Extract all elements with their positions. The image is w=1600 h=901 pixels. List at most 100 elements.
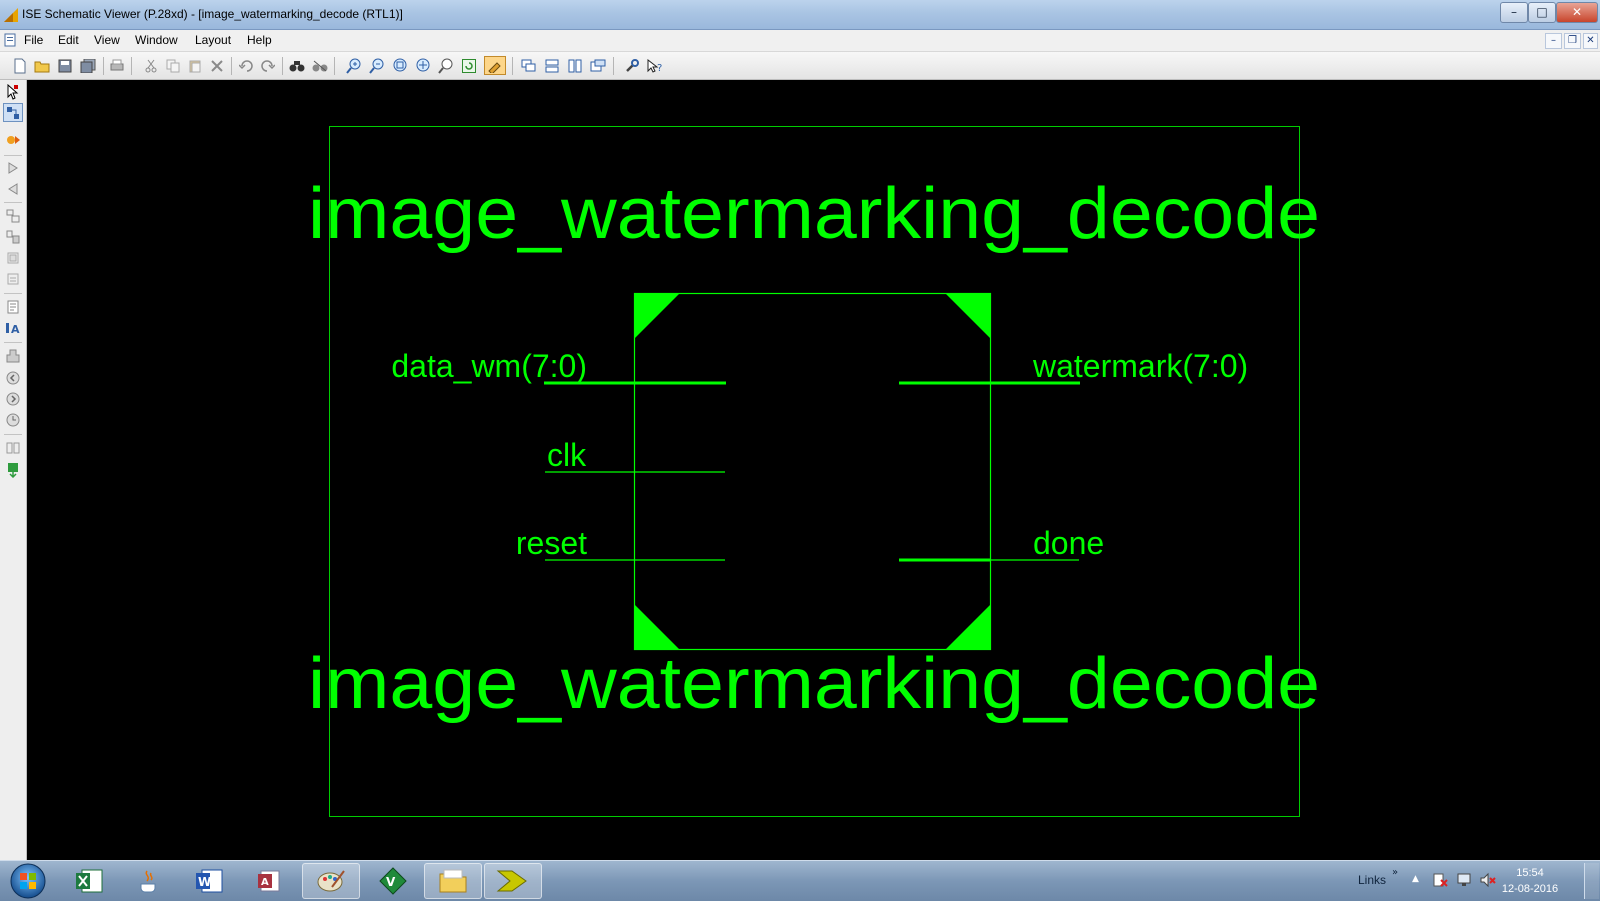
zoom-select-icon[interactable] (436, 56, 456, 75)
mdi-restore-button[interactable]: ❐ (1564, 33, 1581, 49)
document-icon[interactable] (3, 33, 17, 47)
zoom-fit-icon[interactable] (413, 56, 433, 75)
mdi-minimize-button[interactable]: – (1545, 33, 1562, 49)
select-pointer-icon[interactable] (3, 82, 23, 101)
show-desktop-button[interactable] (1584, 863, 1599, 899)
find-replace-icon[interactable] (310, 56, 330, 75)
text-annotation-icon[interactable]: A (3, 318, 23, 337)
paint-icon[interactable] (302, 863, 360, 899)
copy-icon[interactable] (163, 56, 183, 75)
help-icon[interactable]: ? (645, 56, 665, 75)
menu-help[interactable]: Help (247, 33, 272, 47)
nav-forward-icon[interactable] (3, 389, 23, 408)
show-hidden-icons-icon[interactable]: ▲ (1412, 874, 1419, 884)
print-preview-icon[interactable] (3, 346, 23, 365)
properties-icon[interactable] (3, 297, 23, 316)
clock-date[interactable]: 12-08-2016 (1500, 883, 1560, 895)
svg-text:A: A (11, 323, 20, 335)
menu-layout[interactable]: Layout (195, 33, 231, 47)
block-corner-top-right (945, 293, 991, 339)
access-icon[interactable]: A (240, 863, 298, 899)
find-icon[interactable] (287, 56, 307, 75)
excel-icon[interactable] (60, 863, 118, 899)
push-into-icon[interactable] (3, 248, 23, 267)
select-net-icon[interactable] (3, 103, 23, 122)
word-icon[interactable]: W (180, 863, 238, 899)
schematic-pages-icon[interactable] (3, 438, 23, 457)
zoom-full-icon[interactable] (390, 56, 410, 75)
network-icon[interactable] (1456, 872, 1472, 888)
volume-muted-icon[interactable] (1480, 872, 1496, 888)
palette-separator (4, 202, 22, 203)
delete-icon[interactable] (207, 56, 227, 75)
history-icon[interactable] (3, 410, 23, 429)
paste-icon[interactable] (185, 56, 205, 75)
refresh-icon[interactable] (459, 56, 479, 75)
port-label-reset: reset (516, 525, 587, 561)
save-all-icon[interactable] (78, 56, 98, 75)
toolbar-separator (282, 57, 283, 75)
schematic-drawing: image_watermarking_decode image_watermar… (308, 126, 1320, 817)
save-icon[interactable] (55, 56, 75, 75)
undo-icon[interactable] (236, 56, 256, 75)
instance-name-bottom: image_watermarking_decode (308, 644, 1320, 724)
menu-view[interactable]: View (94, 33, 120, 47)
java-icon[interactable] (120, 863, 178, 899)
left-tool-palette: A (0, 80, 27, 860)
tile-vertical-icon[interactable] (565, 56, 585, 75)
explorer-icon[interactable] (424, 863, 482, 899)
schematic-canvas[interactable]: image_watermarking_decode image_watermar… (27, 80, 1600, 860)
new-file-icon[interactable] (10, 56, 30, 75)
cascade-icon[interactable] (519, 56, 539, 75)
action-center-icon[interactable] (1432, 872, 1448, 888)
open-folder-icon[interactable] (32, 56, 52, 75)
hierarchy-down-icon[interactable] (3, 227, 23, 246)
clock-time[interactable]: 15:54 (1500, 867, 1560, 879)
hierarchy-up-icon[interactable] (3, 206, 23, 225)
menu-bar: File Edit View Window Layout Help – ❐ ✕ (0, 30, 1600, 52)
toolbar-separator (131, 57, 132, 75)
redo-icon[interactable] (258, 56, 278, 75)
block-corner-bottom-right (945, 604, 991, 650)
block-corner-bottom-left (634, 604, 680, 650)
links-toolbar-label[interactable]: Links (1358, 873, 1386, 887)
pop-up-icon[interactable] (3, 269, 23, 288)
backward-expand-icon[interactable] (3, 179, 23, 198)
nav-back-icon[interactable] (3, 368, 23, 387)
start-button-icon[interactable] (4, 862, 52, 900)
settings-wrench-icon[interactable] (622, 56, 642, 75)
add-symbol-icon[interactable] (3, 130, 23, 149)
port-label-done: done (1033, 525, 1104, 561)
svg-text:A: A (261, 877, 269, 888)
port-label-data-wm: data_wm(7:0) (391, 348, 587, 384)
zoom-in-icon[interactable] (344, 56, 364, 75)
instance-name-top: image_watermarking_decode (308, 174, 1320, 254)
forward-expand-icon[interactable] (3, 158, 23, 177)
svg-text:V: V (386, 875, 396, 889)
window-minimize-button[interactable]: – (1500, 2, 1528, 23)
title-bar: ISE Schematic Viewer (P.28xd) - [image_w… (0, 0, 1600, 30)
block-corner-top-left (634, 293, 680, 339)
mdi-close-button[interactable]: ✕ (1583, 33, 1598, 49)
vim-icon[interactable]: V (364, 863, 422, 899)
xilinx-ise-icon[interactable] (484, 863, 542, 899)
windows-taskbar: W A V Links » ▲ 15:54 12-08-2016 (0, 860, 1600, 901)
zoom-out-icon[interactable] (367, 56, 387, 75)
menu-edit[interactable]: Edit (58, 33, 79, 47)
palette-separator (4, 155, 22, 156)
toolbar-separator (512, 57, 513, 75)
window-close-button[interactable]: ✕ (1556, 2, 1598, 23)
links-chevron-icon[interactable]: » (1392, 867, 1398, 878)
highlight-icon[interactable] (484, 56, 506, 75)
svg-text:W: W (198, 875, 211, 889)
print-icon[interactable] (107, 56, 127, 75)
restore-windows-icon[interactable] (588, 56, 608, 75)
port-label-clk: clk (547, 437, 587, 473)
tile-horizontal-icon[interactable] (542, 56, 562, 75)
menu-window[interactable]: Window (135, 33, 178, 47)
ise-app-icon[interactable] (4, 8, 18, 22)
cut-icon[interactable] (141, 56, 161, 75)
menu-file[interactable]: File (24, 33, 43, 47)
export-icon[interactable] (3, 460, 23, 479)
window-maximize-button[interactable]: □ (1528, 2, 1556, 23)
